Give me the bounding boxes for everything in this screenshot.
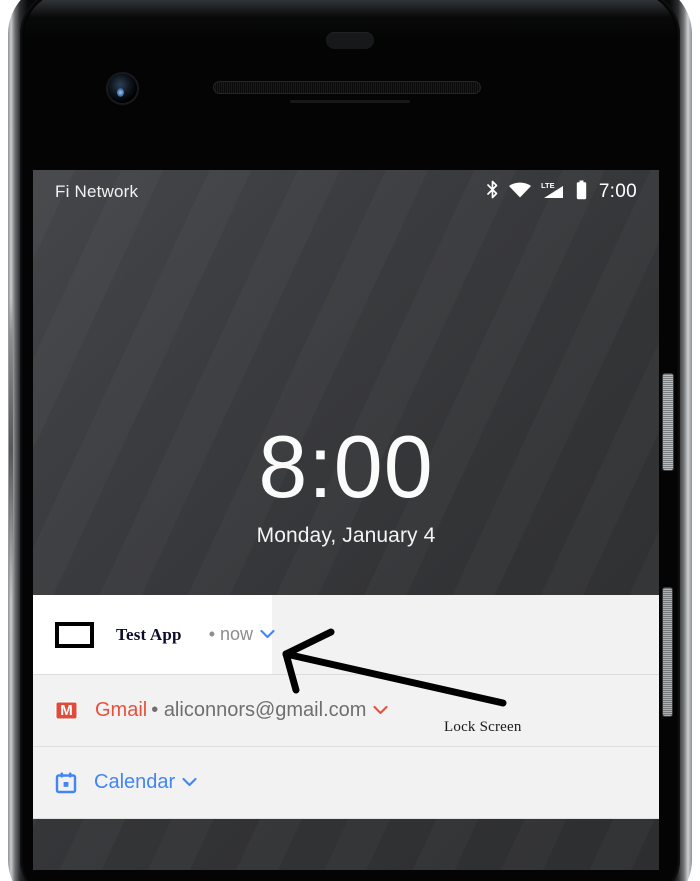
lock-clock-date: Monday, January 4	[256, 524, 436, 547]
status-bar-time: 7:00	[598, 181, 637, 202]
notification-row-gmail[interactable]: M Gmail • aliconnors@gmail.com	[33, 675, 659, 747]
left-frame-seam	[9, 300, 13, 600]
carrier-label: Fi Network	[55, 182, 139, 201]
notification-app-name: Calendar	[94, 771, 176, 793]
notification-separator: •	[151, 699, 159, 721]
lte-signal-icon: LTE	[541, 180, 567, 205]
chevron-down-icon[interactable]	[373, 702, 388, 720]
notification-time-value: now	[220, 624, 254, 644]
notification-detail: • aliconnors@gmail.com	[151, 699, 366, 722]
svg-text:LTE: LTE	[541, 181, 555, 190]
notification-app-name: Gmail	[95, 699, 148, 721]
battery-icon	[576, 180, 587, 205]
camera-lens-glint	[117, 88, 124, 97]
chevron-down-icon[interactable]	[260, 626, 275, 644]
power-button[interactable]	[663, 374, 673, 470]
bluetooth-icon	[486, 180, 499, 204]
annotation-label: Lock Screen	[444, 719, 522, 735]
screenshot-root: Fi Network LTE 7:00 8:00 Monday, January…	[0, 0, 700, 881]
test-app-icon	[55, 621, 94, 648]
proximity-sensor-icon	[290, 100, 410, 103]
status-bar-icons: LTE 7:00	[486, 180, 637, 205]
earpiece-speaker-icon	[213, 81, 481, 94]
notification-time: • now	[209, 624, 253, 645]
notification-row-test-app[interactable]: Test App • now	[33, 595, 659, 675]
wifi-icon	[508, 181, 532, 204]
notification-app-name: Test App	[116, 624, 182, 644]
gmail-icon: M	[55, 701, 78, 720]
notification-shade: Test App • now M Gmail • aliconnors@gmai…	[33, 595, 659, 819]
status-bar: Fi Network LTE 7:00	[33, 170, 659, 214]
volume-button[interactable]	[663, 588, 672, 716]
top-notch	[326, 32, 374, 49]
notification-row-calendar[interactable]: Calendar	[33, 747, 659, 819]
phone-screen: Fi Network LTE 7:00 8:00 Monday, January…	[33, 170, 659, 870]
chevron-down-icon[interactable]	[182, 774, 197, 792]
lock-clock: 8:00 Monday, January 4	[33, 422, 659, 548]
notification-detail-value: aliconnors@gmail.com	[163, 699, 367, 721]
lock-clock-time: 8:00	[258, 417, 434, 516]
calendar-icon	[55, 772, 77, 794]
gmail-icon-letter: M	[60, 702, 73, 719]
notification-separator: •	[208, 624, 216, 644]
